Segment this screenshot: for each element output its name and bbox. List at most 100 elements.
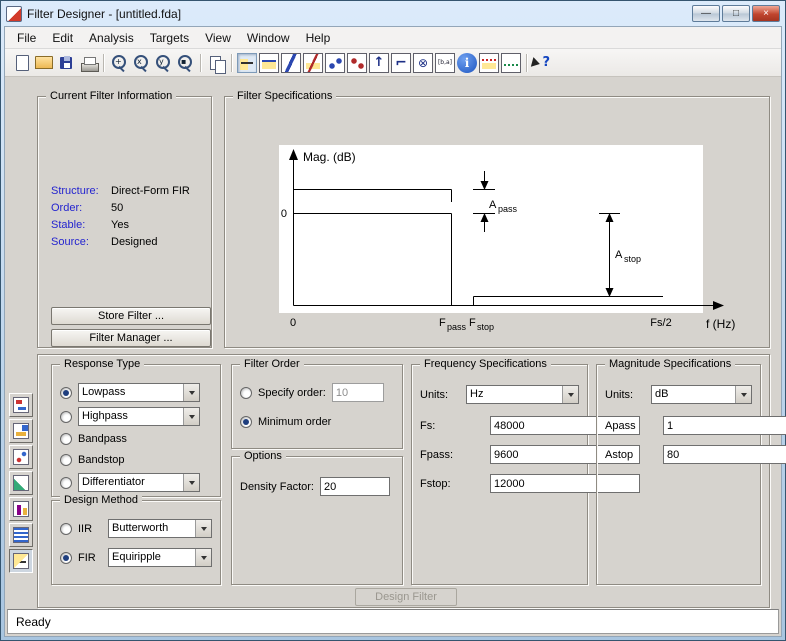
- import-filter-icon[interactable]: [9, 523, 33, 547]
- set-quantization-parameters-icon[interactable]: [9, 471, 33, 495]
- specify-order-input[interactable]: [332, 383, 384, 402]
- special-response-combobox[interactable]: Differentiator: [78, 473, 200, 492]
- lowpass-type-combobox[interactable]: Lowpass: [78, 383, 200, 402]
- close-button[interactable]: ×: [752, 5, 780, 22]
- filter-info-row: Structure:Direct-Form FIR: [51, 185, 207, 197]
- minimize-button[interactable]: —: [692, 5, 720, 22]
- transform-filter-icon[interactable]: [9, 445, 33, 469]
- filter-info-row: Stable:Yes: [51, 219, 207, 231]
- minimum-order-radio[interactable]: [240, 416, 252, 428]
- bandpass-radio[interactable]: [60, 433, 72, 445]
- apass-input[interactable]: [663, 416, 786, 435]
- chevron-down-icon[interactable]: [183, 474, 199, 491]
- round-off-noise-psd-icon[interactable]: [501, 53, 521, 73]
- maximize-button[interactable]: □: [722, 5, 750, 22]
- options-group: Options Density Factor:: [231, 456, 403, 585]
- chevron-down-icon[interactable]: [183, 384, 199, 401]
- group-title: Response Type: [60, 358, 144, 370]
- design-filter-button[interactable]: Design Filter: [355, 588, 457, 606]
- new-session-icon[interactable]: [12, 53, 32, 73]
- bandpass-label: Bandpass: [78, 433, 127, 445]
- combobox-value: Equiripple: [109, 549, 195, 566]
- zoom-x-icon[interactable]: x: [131, 53, 151, 73]
- bandpass-row: Bandpass: [60, 431, 212, 446]
- astop-row: Astop: [605, 445, 752, 464]
- chevron-down-icon[interactable]: [735, 386, 751, 403]
- filter-coefficients-icon[interactable]: [b,a]: [435, 53, 455, 73]
- bandstop-label: Bandstop: [78, 454, 124, 466]
- units-label: Units:: [420, 389, 460, 401]
- apass-annotation-sub: pass: [498, 204, 518, 214]
- iir-method-combobox[interactable]: Butterworth: [108, 519, 212, 538]
- combobox-value: Highpass: [79, 408, 183, 425]
- design-filter-icon[interactable]: [9, 549, 33, 573]
- astop-input[interactable]: [663, 445, 786, 464]
- phase-response-icon[interactable]: [281, 53, 301, 73]
- panel-sidebar: [9, 393, 36, 575]
- store-filter-button[interactable]: Store Filter ...: [51, 307, 211, 325]
- magnitude-response-icon[interactable]: [259, 53, 279, 73]
- menu-item-edit[interactable]: Edit: [44, 29, 81, 47]
- whats-this-help-icon[interactable]: ?: [532, 53, 552, 73]
- zoom-in-icon[interactable]: +: [109, 53, 129, 73]
- chevron-down-icon[interactable]: [183, 408, 199, 425]
- phase-delay-icon[interactable]: [347, 53, 367, 73]
- bandstop-row: Bandstop: [60, 452, 212, 467]
- magnitude-response-estimate-icon[interactable]: [479, 53, 499, 73]
- fpass-row: Fpass:: [420, 445, 579, 464]
- menu-item-view[interactable]: View: [197, 29, 239, 47]
- highpass-radio[interactable]: [60, 411, 72, 423]
- bandstop-radio[interactable]: [60, 454, 72, 466]
- pole-zero-plot-icon[interactable]: ⊗: [413, 53, 433, 73]
- full-view-icon[interactable]: ▪: [175, 53, 195, 73]
- zoom-y-icon[interactable]: y: [153, 53, 173, 73]
- impulse-response-icon[interactable]: ↑: [369, 53, 389, 73]
- fstop-row: Fstop:: [420, 474, 579, 493]
- filter-manager-button[interactable]: Filter Manager ...: [51, 329, 211, 347]
- menu-item-help[interactable]: Help: [298, 29, 339, 47]
- filter-information-icon[interactable]: i: [457, 53, 477, 73]
- group-delay-icon[interactable]: [325, 53, 345, 73]
- chevron-down-icon[interactable]: [562, 386, 578, 403]
- save-session-icon[interactable]: [56, 53, 76, 73]
- menu-item-targets[interactable]: Targets: [142, 29, 197, 47]
- menu-item-analysis[interactable]: Analysis: [81, 29, 142, 47]
- menu-item-file[interactable]: File: [9, 29, 44, 47]
- chevron-down-icon[interactable]: [195, 549, 211, 566]
- nyquist-label: Fs/2: [650, 317, 671, 329]
- step-response-icon[interactable]: ⌐: [391, 53, 411, 73]
- highpass-type-combobox[interactable]: Highpass: [78, 407, 200, 426]
- create-multirate-filter-icon[interactable]: [9, 419, 33, 443]
- filter-info-value: Direct-Form FIR: [111, 185, 190, 197]
- iir-radio[interactable]: [60, 523, 72, 535]
- magnitude-units-combobox[interactable]: dB: [651, 385, 752, 404]
- fir-radio[interactable]: [60, 552, 72, 564]
- realize-model-icon[interactable]: [9, 393, 33, 417]
- toolbar-separator: [200, 54, 201, 72]
- print-preview-icon[interactable]: [206, 53, 226, 73]
- apass-row: Apass: [605, 416, 752, 435]
- apass-annotation: A: [489, 199, 497, 211]
- title-bar[interactable]: Filter Designer - [untitled.fda] —□×: [1, 1, 785, 26]
- minimum-order-label: Minimum order: [258, 416, 331, 428]
- window-title: Filter Designer - [untitled.fda]: [27, 7, 685, 21]
- density-factor-input[interactable]: [320, 477, 390, 496]
- combobox-value: Hz: [467, 386, 562, 403]
- fir-method-combobox[interactable]: Equiripple: [108, 548, 212, 567]
- pole-zero-editor-icon[interactable]: [9, 497, 33, 521]
- lowpass-row: Lowpass: [60, 383, 212, 402]
- menu-item-window[interactable]: Window: [239, 29, 298, 47]
- specify-order-radio[interactable]: [240, 387, 252, 399]
- filter-info-rows: Structure:Direct-Form FIROrder:50Stable:…: [51, 185, 207, 253]
- open-session-icon[interactable]: [34, 53, 54, 73]
- frequency-units-combobox[interactable]: Hz: [466, 385, 579, 404]
- window-controls: —□×: [690, 5, 780, 22]
- special-response-radio[interactable]: [60, 477, 72, 489]
- magnitude-and-phase-icon[interactable]: [303, 53, 323, 73]
- fstop-label: F: [469, 317, 476, 329]
- lowpass-radio[interactable]: [60, 387, 72, 399]
- filter-specifications-panel: Filter Specifications: [224, 96, 770, 348]
- print-icon[interactable]: [78, 53, 98, 73]
- filter-specifications-icon[interactable]: [237, 53, 257, 73]
- chevron-down-icon[interactable]: [195, 520, 211, 537]
